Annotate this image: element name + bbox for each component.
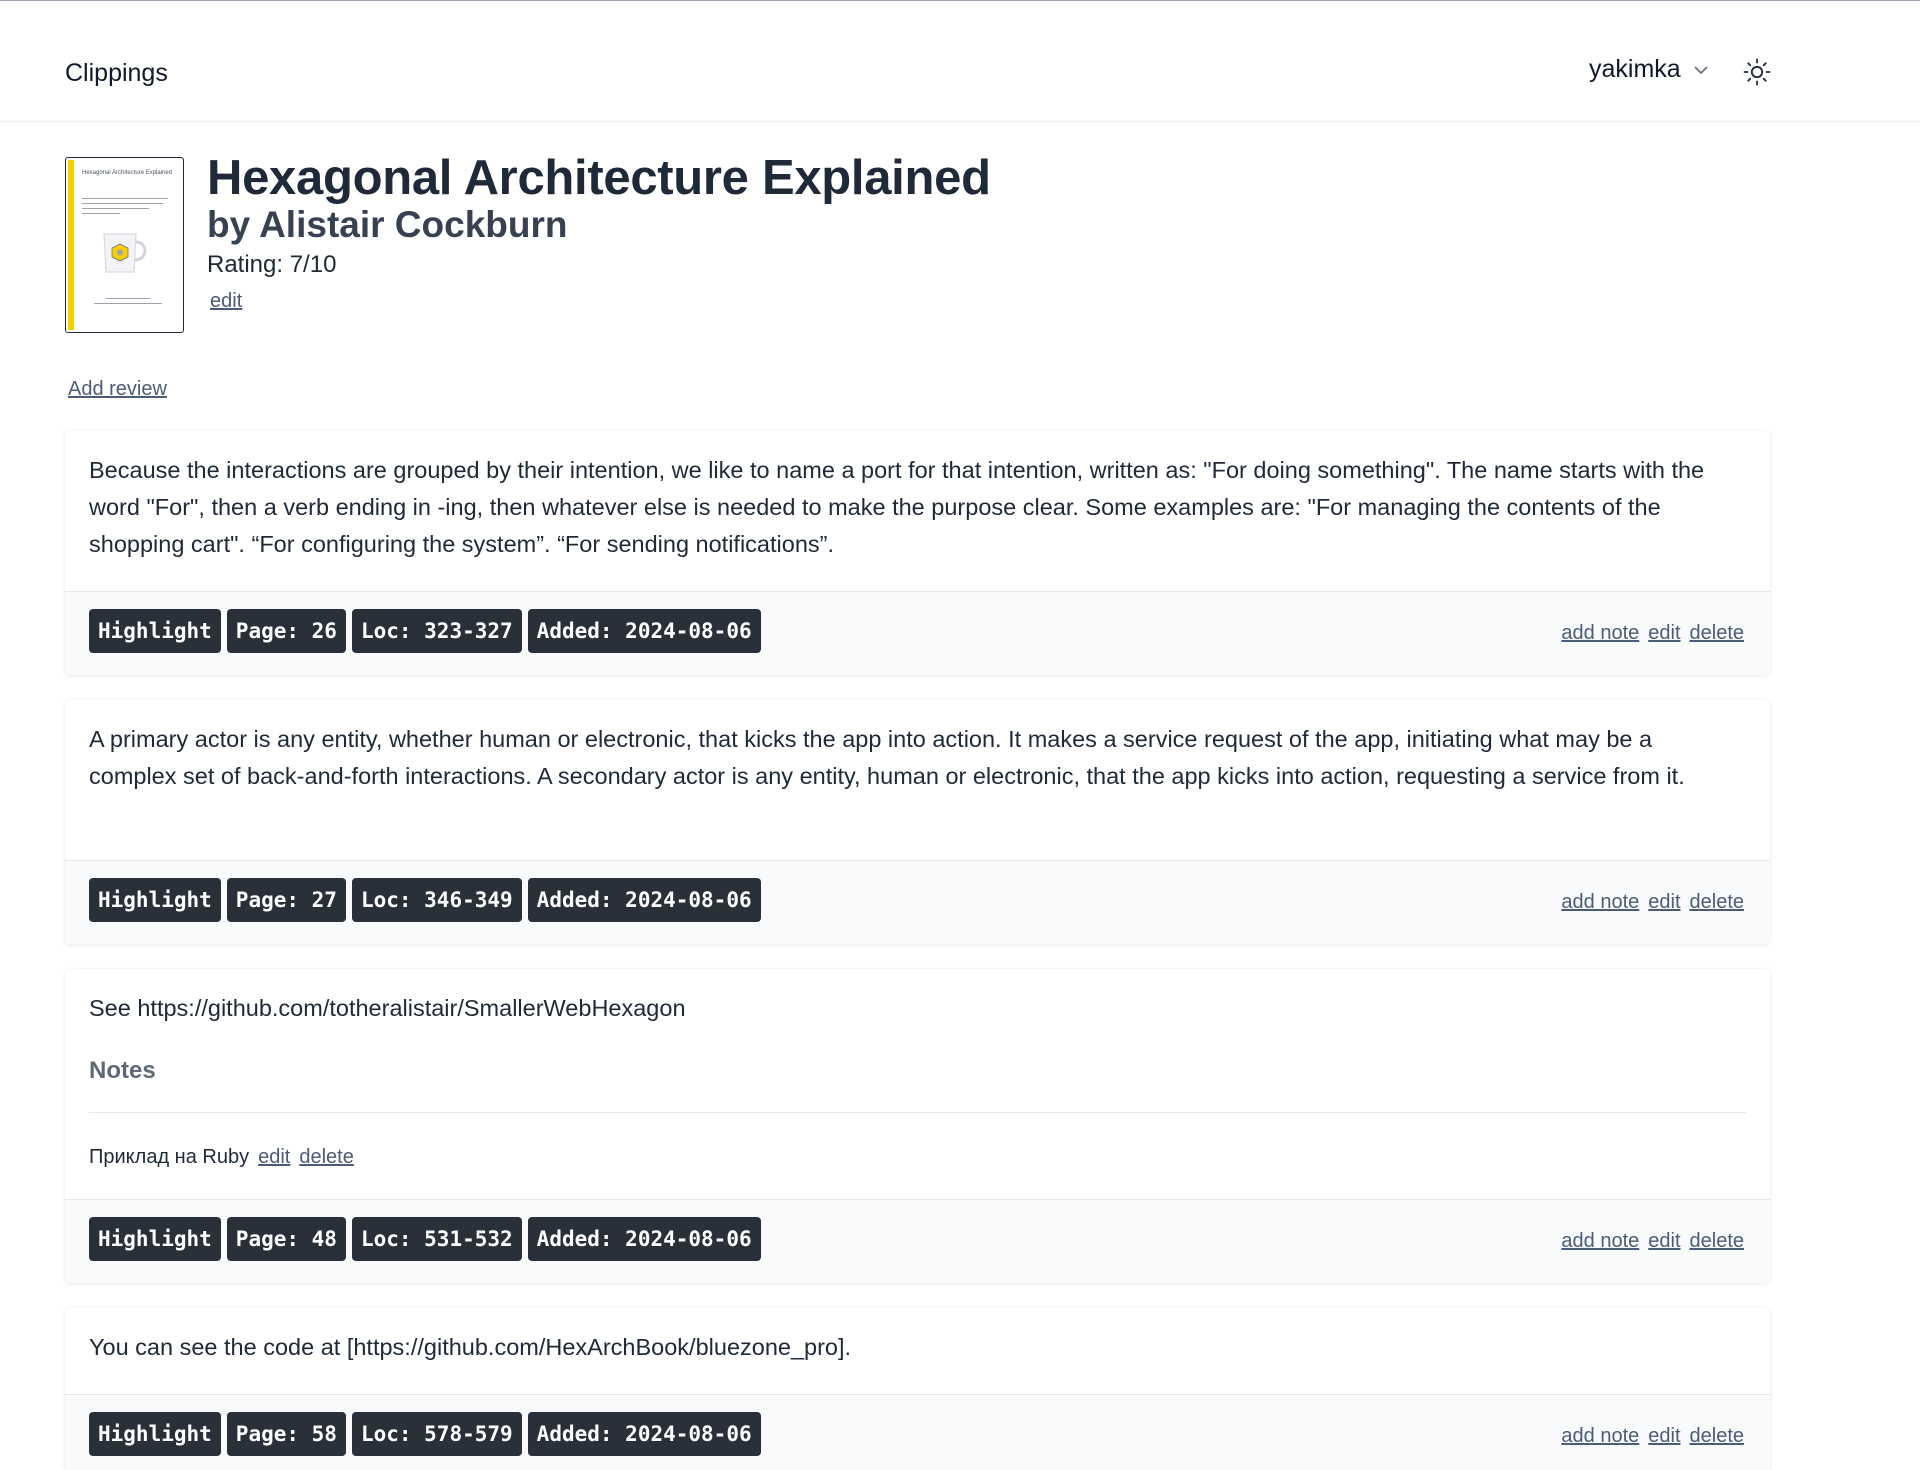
delete-clipping-link[interactable]: delete [1690,1425,1745,1448]
add-note-link[interactable]: add note [1561,1425,1639,1448]
notes-divider [89,1112,1746,1113]
clipping-card: See https://github.com/totheralistair/Sm… [65,969,1770,1283]
edit-clipping-link[interactable]: edit [1648,622,1680,645]
book-title: Hexagonal Architecture Explained [207,151,991,205]
location-badge: Loc: 323-327 [351,609,522,653]
clipping-actions: add note edit delete [1561,622,1744,645]
clipping-card: You can see the code at [https://github.… [65,1308,1770,1470]
user-name: yakimka [1589,55,1681,83]
cover-mug-image [100,230,154,281]
location-badge: Loc: 531-532 [351,1217,522,1261]
clipping-footer: Highlight Page: 48 Loc: 531-532 Added: 2… [65,1199,1770,1283]
clipping-actions: add note edit delete [1561,1425,1744,1448]
cover-title: Hexagonal Architecture Explained [82,170,173,176]
add-review-link[interactable]: Add review [68,378,167,401]
book-rating: Rating: 7/10 [207,251,337,278]
delete-note-link[interactable]: delete [299,1146,354,1169]
clipping-footer: Highlight Page: 58 Loc: 578-579 Added: 2… [65,1394,1770,1470]
delete-clipping-link[interactable]: delete [1690,622,1745,645]
notes-heading: Notes [89,1057,156,1084]
delete-clipping-link[interactable]: delete [1690,1230,1745,1253]
clipping-actions: add note edit delete [1561,1230,1744,1253]
book-author: by Alistair Cockburn [207,204,568,245]
clipping-tags: Highlight Page: 48 Loc: 531-532 Added: 2… [89,1217,761,1261]
delete-clipping-link[interactable]: delete [1690,891,1745,914]
type-badge: Highlight [89,878,221,922]
user-menu[interactable]: yakimka [1589,55,1709,84]
chevron-down-icon [1693,65,1709,75]
added-date-badge: Added: 2024-08-06 [527,878,761,922]
cover-authors-lines [88,298,168,308]
page-badge: Page: 26 [226,609,346,653]
type-badge: Highlight [89,1217,221,1261]
brand-link[interactable]: Clippings [65,59,168,88]
clipping-text: See https://github.com/totheralistair/Sm… [89,995,686,1021]
clipping-card: A primary actor is any entity, whether h… [65,700,1770,944]
edit-clipping-link[interactable]: edit [1648,891,1680,914]
clipping-footer: Highlight Page: 27 Loc: 346-349 Added: 2… [65,860,1770,944]
cover-subtitle-lines [82,198,178,224]
edit-clipping-link[interactable]: edit [1648,1230,1680,1253]
clipping-footer: Highlight Page: 26 Loc: 323-327 Added: 2… [65,591,1770,675]
note-actions: edit delete [258,1146,354,1169]
edit-note-link[interactable]: edit [258,1146,290,1169]
add-note-link[interactable]: add note [1561,891,1639,914]
type-badge: Highlight [89,1412,221,1456]
note-text: Приклад на Ruby [89,1146,250,1168]
added-date-badge: Added: 2024-08-06 [527,1217,761,1261]
clipping-tags: Highlight Page: 58 Loc: 578-579 Added: 2… [89,1412,761,1456]
page-badge: Page: 27 [226,878,346,922]
location-badge: Loc: 346-349 [351,878,522,922]
note-item: Приклад на Ruby edit delete [89,1146,354,1169]
page-badge: Page: 48 [226,1217,346,1261]
add-note-link[interactable]: add note [1561,1230,1639,1253]
clipping-text: A primary actor is any entity, whether h… [89,726,1685,789]
clipping-tags: Highlight Page: 27 Loc: 346-349 Added: 2… [89,878,761,922]
location-badge: Loc: 578-579 [351,1412,522,1456]
edit-book-link[interactable]: edit [210,290,242,313]
clipping-actions: add note edit delete [1561,891,1744,914]
page-badge: Page: 58 [226,1412,346,1456]
book-cover: Hexagonal Architecture Explained [65,157,184,333]
added-date-badge: Added: 2024-08-06 [527,609,761,653]
navbar: Clippings yakimka [0,1,1920,122]
theme-toggle-sun-icon[interactable] [1742,57,1772,87]
edit-clipping-link[interactable]: edit [1648,1425,1680,1448]
type-badge: Highlight [89,609,221,653]
cover-spine [68,160,74,330]
clipping-card: Because the interactions are grouped by … [65,431,1770,675]
added-date-badge: Added: 2024-08-06 [527,1412,761,1456]
clipping-text: Because the interactions are grouped by … [89,457,1705,557]
clipping-tags: Highlight Page: 26 Loc: 323-327 Added: 2… [89,609,761,653]
clipping-text: You can see the code at [https://github.… [89,1334,852,1360]
add-note-link[interactable]: add note [1561,622,1639,645]
